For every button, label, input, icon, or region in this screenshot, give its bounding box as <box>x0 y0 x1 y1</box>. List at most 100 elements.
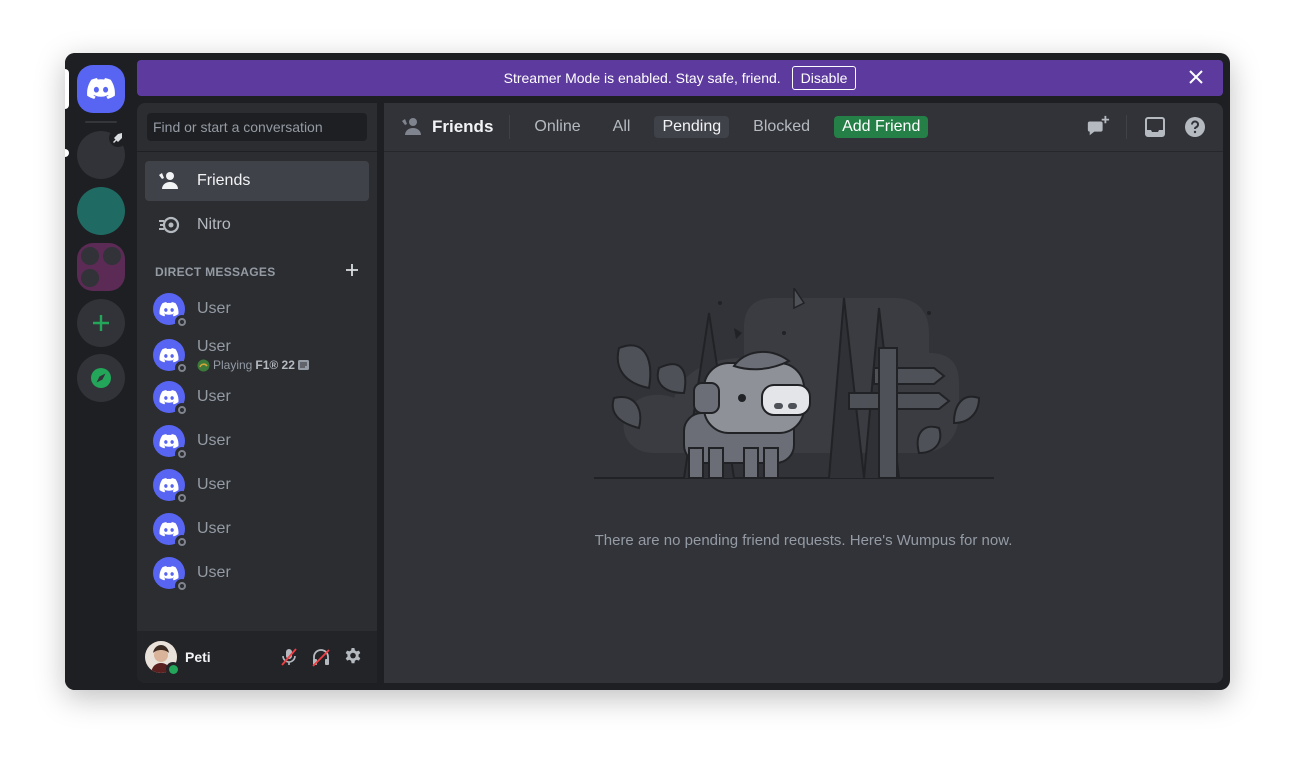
help-icon <box>1185 117 1205 137</box>
selected-indicator <box>65 69 69 109</box>
dm-item[interactable]: User <box>145 507 369 551</box>
page-title: Friends <box>400 115 493 139</box>
plus-icon <box>93 315 109 331</box>
home-button[interactable] <box>77 65 125 113</box>
settings-button[interactable] <box>341 645 365 669</box>
nav-nitro[interactable]: Nitro <box>145 205 369 245</box>
dm-name: User <box>197 338 231 355</box>
discord-logo-icon <box>159 347 179 362</box>
search-input[interactable]: Find or start a conversation <box>147 113 367 141</box>
avatar <box>153 381 189 417</box>
user-avatar[interactable] <box>145 641 180 676</box>
nav-friends[interactable]: Friends <box>145 161 369 201</box>
rich-presence-icon <box>297 360 309 370</box>
close-icon[interactable] <box>1187 68 1205 86</box>
dm-header: DIRECT MESSAGES <box>155 265 276 279</box>
server-icon[interactable] <box>77 129 127 179</box>
explore-servers-button[interactable] <box>77 354 125 402</box>
dm-item[interactable]: User <box>145 375 369 419</box>
deafen-button[interactable] <box>309 645 333 669</box>
server-rail <box>65 53 137 690</box>
add-server-button[interactable] <box>77 299 125 347</box>
discord-logo-icon <box>159 389 179 404</box>
tab-blocked[interactable]: Blocked <box>745 116 818 138</box>
dm-activity: Playing F1® 22 <box>197 358 309 372</box>
divider <box>509 115 511 139</box>
channel-sidebar: Find or start a conversation Friends Nit… <box>137 103 377 683</box>
rail-separator <box>85 121 117 123</box>
boost-icon <box>109 129 127 147</box>
status-offline-icon <box>175 447 189 461</box>
friends-header: Friends Online All Pending Blocked Add F… <box>384 103 1223 152</box>
divider <box>137 151 377 152</box>
dm-item[interactable]: User <box>145 287 369 331</box>
discord-logo-icon <box>87 78 115 99</box>
new-group-dm-icon <box>1087 115 1110 136</box>
activity-game: F1® 22 <box>255 358 295 372</box>
discord-logo-icon <box>159 433 179 448</box>
headphones-muted-icon <box>312 649 330 667</box>
dm-name: User <box>197 520 231 537</box>
friends-icon <box>157 169 181 193</box>
username: Peti <box>185 649 211 665</box>
avatar <box>153 339 189 375</box>
avatar <box>153 469 189 505</box>
nitro-icon <box>157 213 181 237</box>
divider <box>1126 115 1127 139</box>
tab-pending[interactable]: Pending <box>654 116 730 138</box>
activity-prefix: Playing <box>213 358 253 372</box>
nav-friends-label: Friends <box>197 172 251 189</box>
dm-name: User <box>197 476 231 493</box>
server-folder[interactable] <box>77 243 125 291</box>
unread-indicator <box>65 149 69 157</box>
status-offline-icon <box>175 403 189 417</box>
server-icon[interactable] <box>77 187 125 235</box>
avatar <box>153 293 189 329</box>
compass-icon <box>91 368 111 388</box>
mic-muted-icon <box>281 648 297 666</box>
tab-all[interactable]: All <box>605 116 639 138</box>
inbox-button[interactable] <box>1143 115 1167 139</box>
status-offline-icon <box>175 361 189 375</box>
discord-logo-icon <box>159 521 179 536</box>
empty-state-message: There are no pending friend requests. He… <box>594 532 1013 549</box>
status-online-icon <box>166 662 180 676</box>
status-offline-icon <box>175 579 189 593</box>
app-window: Streamer Mode is enabled. Stay safe, fri… <box>65 53 1230 690</box>
discord-logo-icon <box>159 301 179 316</box>
avatar <box>153 557 189 593</box>
streamer-mode-banner: Streamer Mode is enabled. Stay safe, fri… <box>137 60 1223 96</box>
wumpus-illustration <box>594 288 994 479</box>
user-panel: Peti <box>137 631 377 683</box>
toolbar <box>1086 115 1223 139</box>
create-dm-button[interactable] <box>343 261 361 279</box>
avatar <box>153 513 189 549</box>
game-icon <box>197 359 210 371</box>
dm-name: User <box>197 300 231 317</box>
status-offline-icon <box>175 491 189 505</box>
dm-item[interactable]: User <box>145 463 369 507</box>
dm-item[interactable]: User Playing F1® 22 <box>145 332 369 378</box>
disable-button[interactable]: Disable <box>791 66 857 90</box>
dm-item[interactable]: User <box>145 419 369 463</box>
inbox-icon <box>1145 117 1165 137</box>
plus-icon <box>346 264 358 276</box>
tab-online[interactable]: Online <box>526 116 588 138</box>
discord-logo-icon <box>159 477 179 492</box>
main-content: Friends Online All Pending Blocked Add F… <box>384 103 1223 683</box>
avatar <box>153 425 189 461</box>
mute-button[interactable] <box>277 645 301 669</box>
gear-icon <box>345 648 361 664</box>
dm-name: User <box>197 432 231 449</box>
banner-message: Streamer Mode is enabled. Stay safe, fri… <box>503 70 781 86</box>
status-offline-icon <box>175 315 189 329</box>
add-friend-button[interactable]: Add Friend <box>834 116 929 138</box>
status-offline-icon <box>175 535 189 549</box>
help-button[interactable] <box>1183 115 1207 139</box>
friends-icon <box>400 115 424 139</box>
page-title-text: Friends <box>432 117 494 136</box>
dm-name: User <box>197 564 231 581</box>
new-group-dm-button[interactable] <box>1086 115 1110 139</box>
dm-name: User <box>197 388 231 405</box>
dm-item[interactable]: User <box>145 551 369 595</box>
